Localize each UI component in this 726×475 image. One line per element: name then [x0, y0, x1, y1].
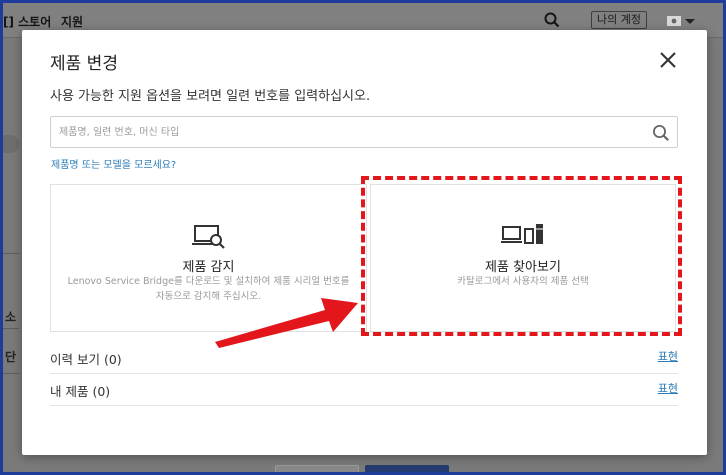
detect-product-title: 제품 감지	[182, 260, 235, 275]
annotation-arrow-icon	[215, 298, 358, 348]
my-account-button[interactable]: 나의 계정	[591, 11, 647, 29]
my-products-show-link[interactable]: 표현	[658, 380, 678, 396]
bg-side-text: 소	[5, 310, 17, 324]
history-row: 이력 보기 (0) 표현	[50, 341, 678, 374]
screenshot-frame: [] 스토어 지원 나의 계정 소 단 제품 변경 사용 가능한 지원 옵션을 …	[0, 0, 726, 475]
bg-button	[365, 465, 449, 472]
my-products-row: 내 제품 (0) 표현	[50, 373, 678, 406]
laptop-search-icon	[191, 225, 225, 249]
bg-side-text: 단	[5, 350, 17, 364]
dialog-subtitle: 사용 가능한 지원 옵션을 보려면 일련 번호를 입력하십시오.	[50, 89, 371, 104]
product-search-input[interactable]	[59, 122, 639, 142]
browse-product-description: 카탈로그에서 사용자의 제품 선택	[457, 276, 589, 287]
close-icon[interactable]	[658, 50, 678, 70]
support-nav-label[interactable]: 지원	[61, 13, 83, 30]
browse-product-title: 제품 찾아보기	[485, 260, 561, 275]
my-products-label: 내 제품 (0)	[50, 384, 111, 399]
dialog-title: 제품 변경	[50, 54, 118, 74]
search-icon[interactable]	[652, 124, 670, 142]
nav-search-icon[interactable]	[544, 12, 560, 28]
device-catalog-icon	[501, 224, 543, 244]
unknown-product-link[interactable]: 제품명 또는 모델을 모르세요?	[51, 156, 176, 171]
change-product-dialog: 제품 변경 사용 가능한 지원 옵션을 보려면 일련 번호를 입력하십시오. 제…	[22, 30, 707, 455]
bg-divider	[3, 328, 19, 329]
product-search-box	[50, 116, 678, 148]
history-show-link[interactable]: 표현	[658, 348, 678, 364]
language-selector-icon[interactable]	[667, 15, 707, 27]
history-label: 이력 보기 (0)	[50, 352, 122, 367]
store-nav-label[interactable]: [] 스토어	[3, 13, 51, 30]
bg-icon-fragment	[3, 135, 19, 153]
bg-divider	[3, 253, 19, 254]
bg-button	[275, 465, 359, 472]
browse-product-card[interactable]: 제품 찾아보기 카탈로그에서 사용자의 제품 선택	[370, 184, 676, 332]
bg-divider	[3, 373, 19, 374]
